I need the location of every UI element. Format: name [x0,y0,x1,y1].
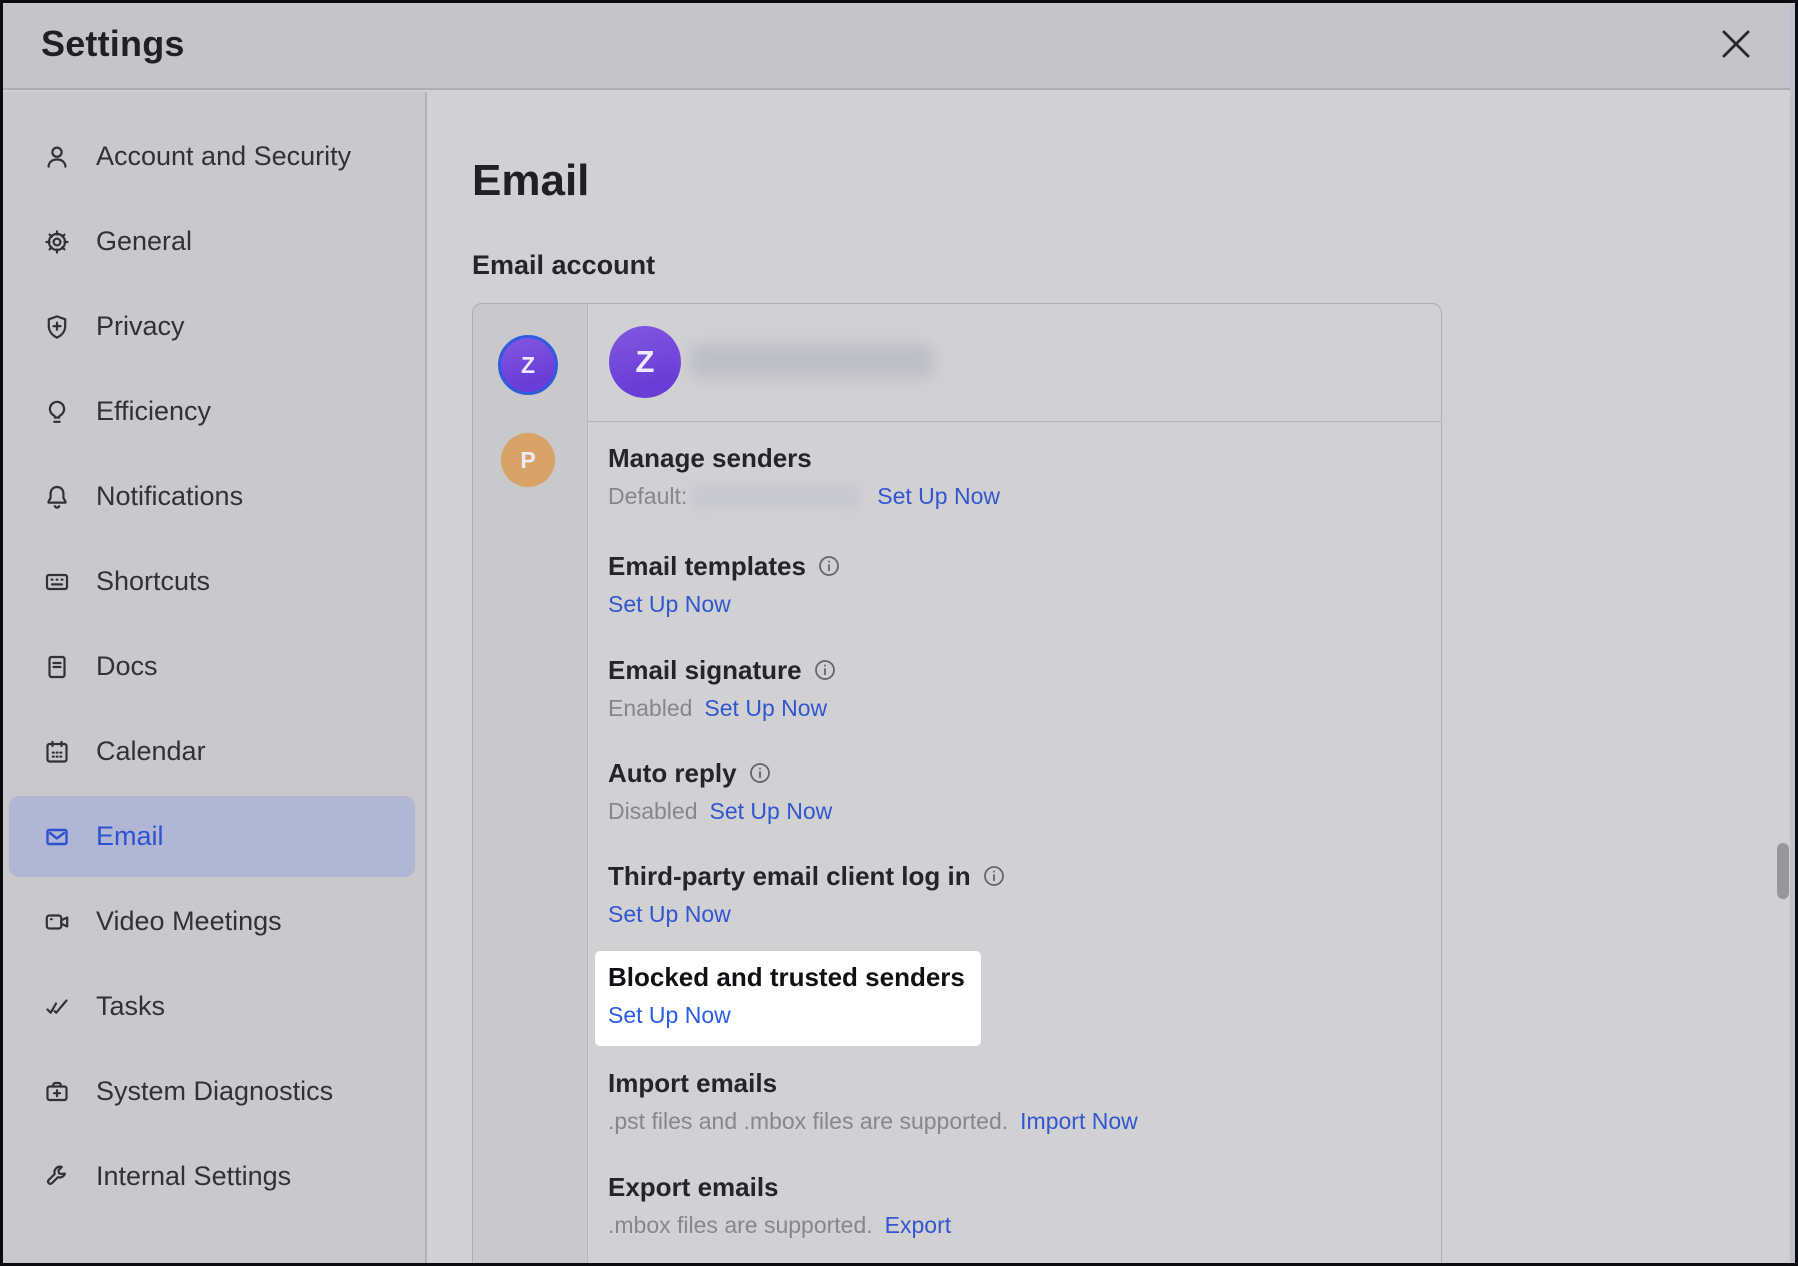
sidebar-item-notifications[interactable]: Notifications [0,454,425,539]
row-title: Blocked and trusted senders [608,961,971,993]
sidebar-item-label: Email [96,821,164,852]
set-up-now-link[interactable]: Set Up Now [608,1000,731,1030]
scrollbar-track [1790,0,1795,1266]
row-title: Auto reply [608,757,737,789]
sidebar-item-tasks[interactable]: Tasks [0,964,425,1049]
sidebar-item-label: Calendar [96,736,206,767]
sidebar-item-email[interactable]: Email [9,796,415,877]
info-icon[interactable] [817,554,841,578]
row-import-emails: Import emails .pst files and .mbox files… [608,1067,1411,1136]
sidebar-item-label: Internal Settings [96,1161,291,1192]
avatar-secondary-account[interactable]: P [501,433,555,487]
sidebar-item-internal-settings[interactable]: Internal Settings [0,1134,425,1219]
toolbox-plus-icon [43,1078,71,1106]
row-manage-senders: Manage senders Default: Set Up Now [608,442,1411,511]
export-link[interactable]: Export [885,1210,951,1240]
info-icon[interactable] [813,658,837,682]
double-check-icon [43,993,71,1021]
sidebar-item-account-and-security[interactable]: Account and Security [0,114,425,199]
document-icon [43,653,71,681]
sidebar-item-label: Video Meetings [96,906,282,937]
sidebar-item-label: Docs [96,651,158,682]
wrench-icon [43,1163,71,1191]
row-title: Export emails [608,1171,1411,1203]
sidebar-item-label: Shortcuts [96,566,210,597]
sidebar-item-label: Efficiency [96,396,211,427]
set-up-now-link[interactable]: Set Up Now [710,796,833,826]
highlight-spotlight: Blocked and trusted senders Set Up Now [595,951,981,1046]
set-up-now-link[interactable]: Set Up Now [608,899,731,929]
email-account-card: Z P Z Manage senders Default: Set Up Now… [472,303,1442,1266]
bell-icon [43,483,71,511]
sidebar-item-video-meetings[interactable]: Video Meetings [0,879,425,964]
sidebar-item-efficiency[interactable]: Efficiency [0,369,425,454]
sidebar-item-label: Privacy [96,311,185,342]
set-up-now-link[interactable]: Set Up Now [704,693,827,723]
shield-plus-icon [43,313,71,341]
row-auto-reply: Auto reply Disabled Set Up Now [608,757,1411,826]
account-name-redacted [690,344,933,378]
user-icon [43,143,71,171]
calendar-icon [43,738,71,766]
sidebar-item-shortcuts[interactable]: Shortcuts [0,539,425,624]
row-title: Third-party email client log in [608,860,971,892]
close-icon[interactable] [1718,26,1754,62]
keyboard-icon [43,568,71,596]
sidebar-item-general[interactable]: General [0,199,425,284]
video-camera-icon [43,908,71,936]
titlebar: Settings [0,0,1798,90]
sidebar-item-privacy[interactable]: Privacy [0,284,425,369]
default-sender-redacted [691,483,861,510]
import-now-link[interactable]: Import Now [1020,1106,1138,1136]
default-label: Default: [608,481,687,511]
sidebar-item-label: System Diagnostics [96,1076,333,1107]
row-email-templates: Email templates Set Up Now [608,550,1411,619]
row-blocked-trusted-senders: Blocked and trusted senders Set Up Now [608,961,971,1030]
sidebar-item-label: General [96,226,192,257]
set-up-now-link[interactable]: Set Up Now [877,481,1000,511]
lightbulb-icon [43,398,71,426]
row-title: Email signature [608,654,802,686]
section-heading: Email account [472,250,655,281]
row-title: Manage senders [608,442,1411,474]
row-description: .pst files and .mbox files are supported… [608,1106,1008,1136]
window-title: Settings [41,23,185,65]
sidebar-item-label: Notifications [96,481,243,512]
avatar-account-header: Z [609,326,681,398]
sidebar-item-docs[interactable]: Docs [0,624,425,709]
sidebar: Account and Security General Privacy [0,92,427,1266]
set-up-now-link[interactable]: Set Up Now [608,589,731,619]
row-description: .mbox files are supported. [608,1210,873,1240]
scrollbar-thumb[interactable] [1777,843,1789,899]
card-divider [587,421,1441,422]
row-email-signature: Email signature Enabled Set Up Now [608,654,1411,723]
status-text: Disabled [608,796,698,826]
row-export-emails: Export emails .mbox files are supported.… [608,1171,1411,1240]
row-third-party-login: Third-party email client log in Set Up N… [608,860,1411,929]
row-title: Import emails [608,1067,1411,1099]
sidebar-item-system-diagnostics[interactable]: System Diagnostics [0,1049,425,1134]
status-text: Enabled [608,693,692,723]
info-icon[interactable] [982,864,1006,888]
info-icon[interactable] [748,761,772,785]
gear-icon [43,228,71,256]
avatar-selected-account[interactable]: Z [498,335,558,395]
row-title: Email templates [608,550,806,582]
sidebar-item-label: Tasks [96,991,165,1022]
sidebar-item-label: Account and Security [96,141,351,172]
envelope-icon [43,823,71,851]
settings-window: Settings Account and Security G [0,0,1798,1266]
sidebar-item-calendar[interactable]: Calendar [0,709,425,794]
page-title: Email [472,156,589,206]
